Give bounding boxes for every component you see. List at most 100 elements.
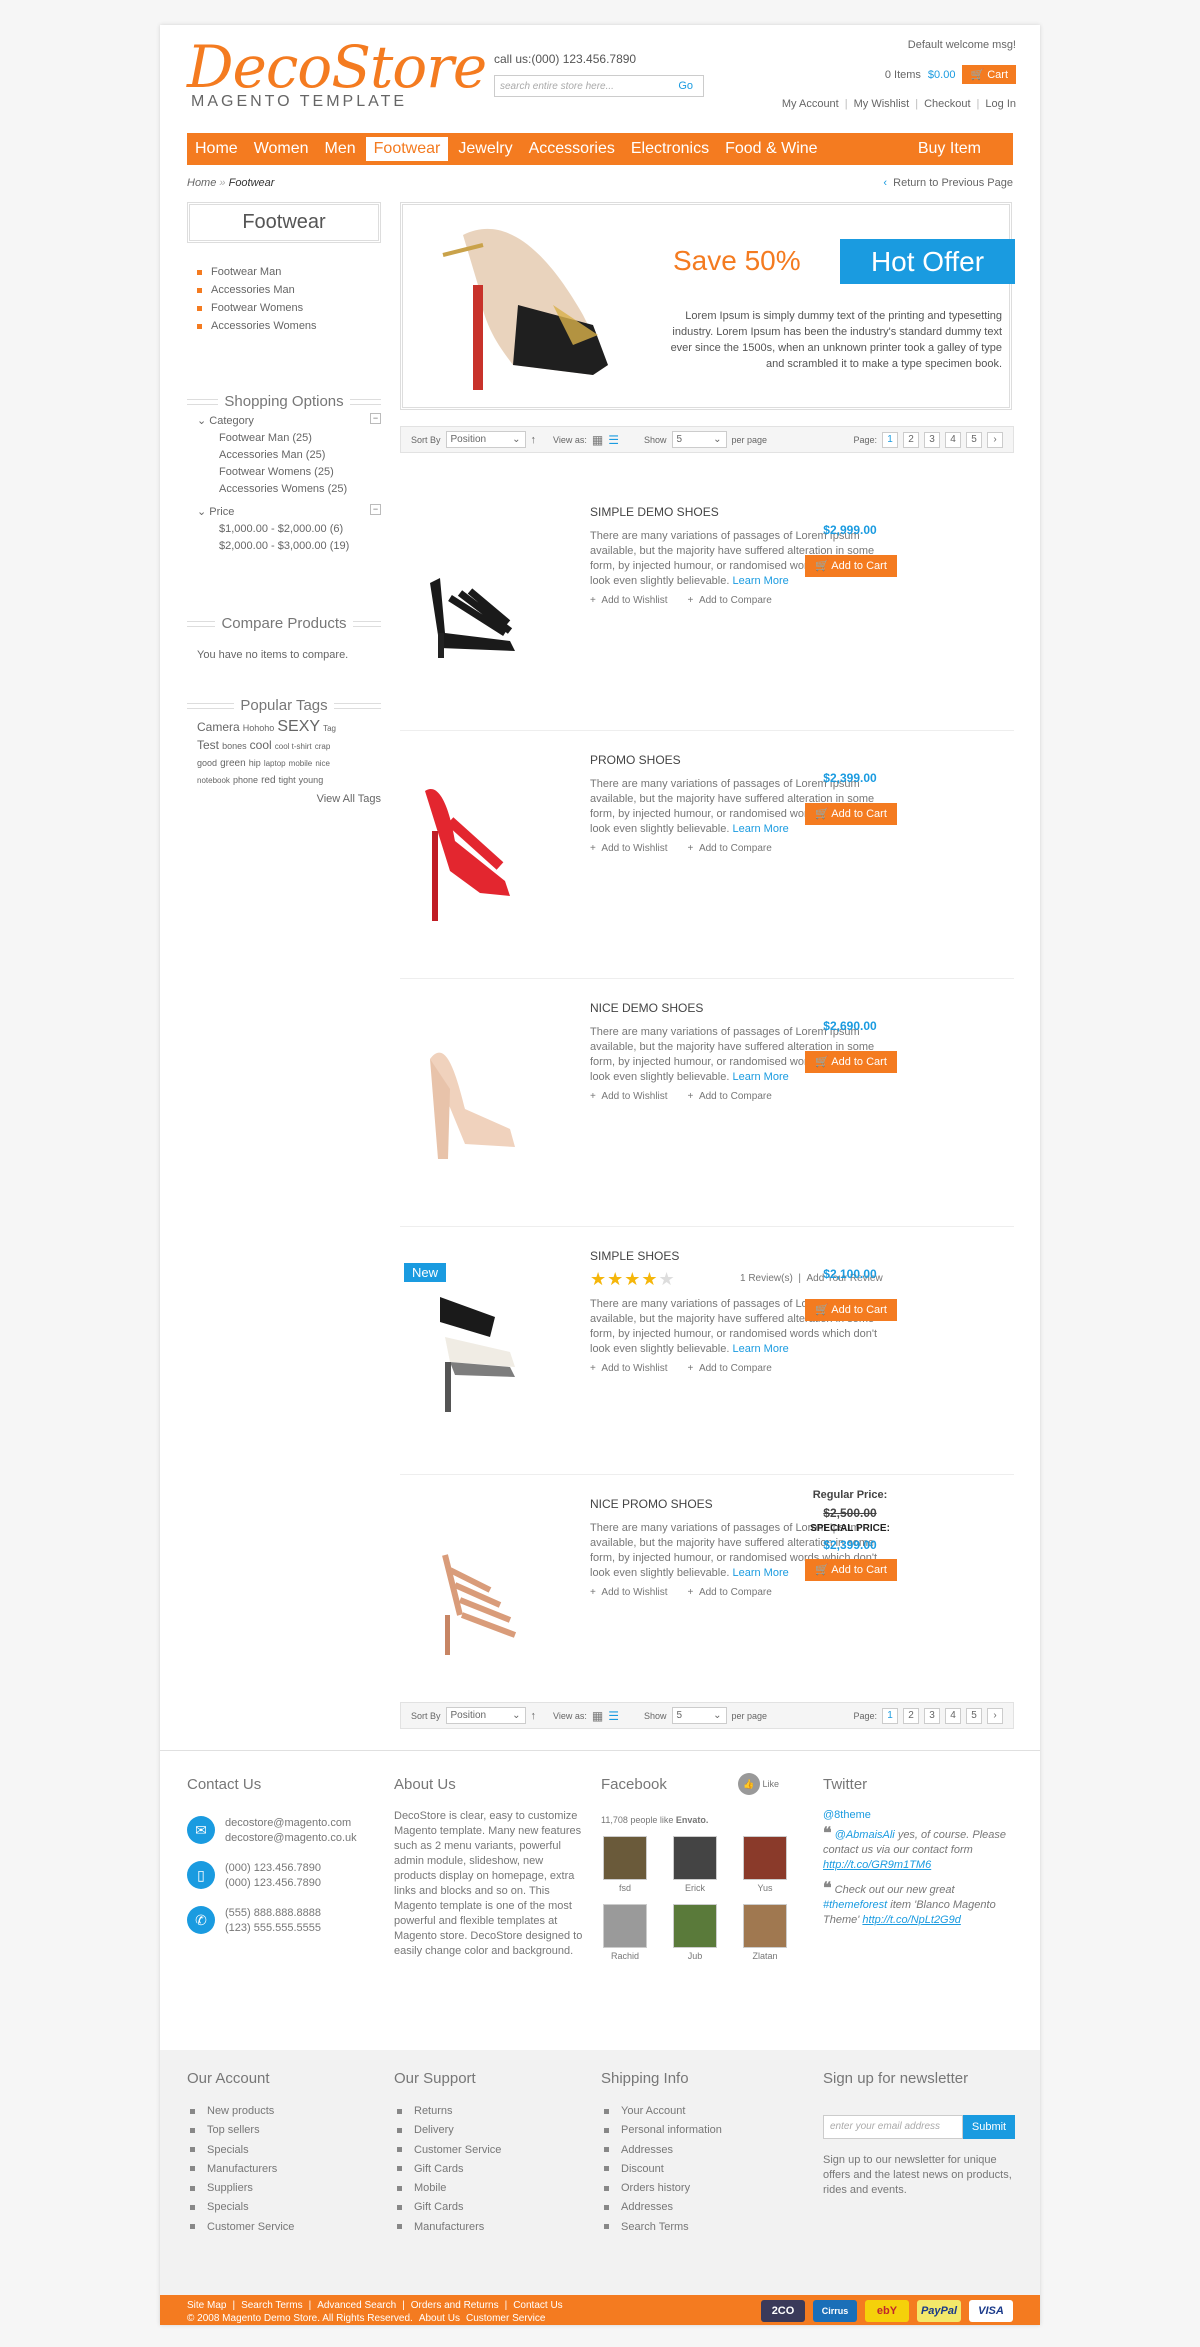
hero-banner[interactable]: Save 50% — [400, 202, 1012, 410]
fan-avatar[interactable] — [743, 1904, 787, 1948]
bottom-link[interactable]: Search Terms — [241, 2300, 303, 2311]
twitter-handle[interactable]: @8theme — [823, 1808, 871, 1823]
breadcrumb-home[interactable]: Home — [187, 177, 216, 189]
tweet-hashtag[interactable]: #themeforest — [823, 1899, 887, 1911]
nav-jewelry[interactable]: Jewelry — [450, 137, 520, 161]
product-image[interactable] — [410, 1267, 525, 1427]
nav-accessories[interactable]: Accessories — [521, 137, 623, 161]
product-name[interactable]: PROMO SHOES — [590, 753, 681, 767]
page-link[interactable]: 3 — [924, 431, 940, 448]
page-link[interactable]: 1 — [882, 431, 898, 448]
grid-view-icon[interactable]: ▦ — [592, 1709, 603, 1723]
tag[interactable]: SEXY — [277, 718, 320, 735]
add-to-cart-button[interactable]: 🛒 Add to Cart — [805, 1299, 897, 1321]
facebook-like-button[interactable]: 👍 Like — [738, 1773, 779, 1795]
tag[interactable]: nice — [315, 759, 330, 768]
email-link[interactable]: decostore@magento.co.uk — [225, 1831, 357, 1846]
footer-link[interactable]: Mobile — [397, 2179, 501, 2198]
category-link[interactable]: Accessories Man — [197, 281, 317, 299]
footer-link[interactable]: Orders history — [604, 2179, 722, 2198]
product-name[interactable]: SIMPLE DEMO SHOES — [590, 505, 719, 519]
mini-cart[interactable]: 0 Items $0.00 🛒 Cart — [885, 65, 1016, 84]
nav-women[interactable]: Women — [246, 137, 317, 161]
tag[interactable]: bones — [222, 741, 247, 751]
nav-men[interactable]: Men — [317, 137, 364, 161]
list-view-icon[interactable]: ☰ — [608, 1709, 619, 1723]
footer-link[interactable]: Top sellers — [190, 2121, 294, 2140]
tag[interactable]: Hohoho — [243, 723, 275, 733]
add-to-compare-link[interactable]: + Add to Compare — [688, 1091, 772, 1102]
show-select[interactable]: 5 ⌄ — [671, 431, 727, 448]
tag[interactable]: cool t-shirt — [275, 742, 312, 751]
product-image[interactable] — [410, 1515, 525, 1675]
tag[interactable]: cool — [250, 738, 272, 752]
product-name[interactable]: NICE DEMO SHOES — [590, 1001, 703, 1015]
add-to-wishlist-link[interactable]: + Add to Wishlist — [590, 1363, 668, 1374]
footer-link[interactable]: Personal information — [604, 2121, 722, 2140]
tag[interactable]: phone — [233, 775, 258, 785]
footer-link[interactable]: Delivery — [397, 2121, 501, 2140]
page-link[interactable]: 4 — [945, 431, 961, 448]
email-link[interactable]: decostore@magento.com — [225, 1816, 357, 1831]
next-page-icon[interactable]: › — [987, 431, 1003, 448]
nav-home[interactable]: Home — [187, 137, 246, 161]
list-view-icon[interactable]: ☰ — [608, 433, 619, 447]
login-link[interactable]: Log In — [985, 98, 1016, 110]
add-to-cart-button[interactable]: 🛒 Add to Cart — [805, 1559, 897, 1581]
checkout-link[interactable]: Checkout — [924, 98, 970, 110]
grid-view-icon[interactable]: ▦ — [592, 433, 603, 447]
sort-direction-icon[interactable]: ↑ — [531, 434, 537, 446]
product-image[interactable] — [410, 523, 525, 683]
page-link[interactable]: 5 — [966, 1707, 982, 1724]
learn-more-link[interactable]: Learn More — [732, 823, 788, 835]
cart-button[interactable]: 🛒 Cart — [962, 65, 1016, 84]
search-input[interactable]: search entire store here... — [495, 81, 678, 92]
fan-avatar[interactable] — [603, 1904, 647, 1948]
collapse-icon[interactable]: − — [370, 413, 381, 424]
footer-link[interactable]: Your Account — [604, 2102, 722, 2121]
learn-more-link[interactable]: Learn More — [732, 1343, 788, 1355]
nav-footwear[interactable]: Footwear — [365, 137, 449, 161]
add-to-wishlist-link[interactable]: + Add to Wishlist — [590, 1587, 668, 1598]
fan-avatar[interactable] — [743, 1836, 787, 1880]
tag[interactable]: mobile — [289, 759, 313, 768]
sort-direction-icon[interactable]: ↑ — [531, 1710, 537, 1722]
nav-electronics[interactable]: Electronics — [623, 137, 717, 161]
add-to-compare-link[interactable]: + Add to Compare — [688, 1363, 772, 1374]
bottom-link[interactable]: Contact Us — [513, 2300, 562, 2311]
newsletter-submit-button[interactable]: Submit — [963, 2115, 1015, 2139]
filter-option[interactable]: Footwear Man (25) — [197, 430, 381, 447]
tweet-link[interactable]: http://t.co/NpLt2G9d — [862, 1914, 960, 1926]
add-to-compare-link[interactable]: + Add to Compare — [688, 595, 772, 606]
next-page-icon[interactable]: › — [987, 1707, 1003, 1724]
bottom-link[interactable]: Site Map — [187, 2300, 226, 2311]
page-link[interactable]: 3 — [924, 1707, 940, 1724]
tag[interactable]: Camera — [197, 720, 240, 734]
filter-option[interactable]: $2,000.00 - $3,000.00 (19) — [197, 538, 381, 555]
tag[interactable]: young — [299, 775, 324, 785]
learn-more-link[interactable]: Learn More — [732, 1567, 788, 1579]
add-to-wishlist-link[interactable]: + Add to Wishlist — [590, 595, 668, 606]
tweet-link[interactable]: http://t.co/GR9m1TM6 — [823, 1859, 931, 1871]
footer-link[interactable]: Gift Cards — [397, 2160, 501, 2179]
tag[interactable]: laptop — [264, 759, 286, 768]
add-to-cart-button[interactable]: 🛒 Add to Cart — [805, 555, 897, 577]
footer-link[interactable]: Returns — [397, 2102, 501, 2121]
footer-link[interactable]: Specials — [190, 2141, 294, 2160]
footer-link[interactable]: Manufacturers — [397, 2218, 501, 2237]
footer-link[interactable]: Addresses — [604, 2198, 722, 2217]
tag[interactable]: tight — [279, 775, 296, 785]
search-go-button[interactable]: Go — [678, 80, 703, 92]
footer-link[interactable]: Addresses — [604, 2141, 722, 2160]
page-link[interactable]: 2 — [903, 1707, 919, 1724]
footer-link[interactable]: Suppliers — [190, 2179, 294, 2198]
add-to-cart-button[interactable]: 🛒 Add to Cart — [805, 803, 897, 825]
view-all-tags-link[interactable]: View All Tags — [197, 791, 381, 807]
add-to-wishlist-link[interactable]: + Add to Wishlist — [590, 1091, 668, 1102]
tag[interactable]: good — [197, 758, 217, 768]
my-account-link[interactable]: My Account — [782, 98, 839, 110]
page-link[interactable]: 1 — [882, 1707, 898, 1724]
add-to-cart-button[interactable]: 🛒 Add to Cart — [805, 1051, 897, 1073]
footer-link[interactable]: Customer Service — [190, 2218, 294, 2237]
filter-option[interactable]: Accessories Man (25) — [197, 447, 381, 464]
